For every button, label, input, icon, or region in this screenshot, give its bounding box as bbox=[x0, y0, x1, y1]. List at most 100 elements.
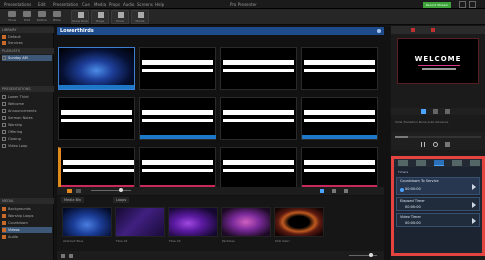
lower-third-bar bbox=[223, 60, 294, 65]
slide-thumbnail[interactable] bbox=[139, 147, 216, 190]
layers-tab-icon[interactable] bbox=[433, 109, 438, 114]
stage-button[interactable]: Stage bbox=[91, 10, 109, 24]
show-directory-button[interactable]: Show Directory bbox=[71, 10, 89, 24]
zoom-slider-handle[interactable] bbox=[119, 188, 123, 192]
props-tab-icon[interactable] bbox=[398, 160, 408, 166]
menu-audio[interactable]: Audio bbox=[123, 2, 134, 7]
presentation-item[interactable]: Worship bbox=[2, 122, 52, 128]
menu-edit[interactable]: Edit bbox=[38, 2, 46, 7]
play-icon bbox=[78, 12, 84, 18]
presentation-item[interactable]: Video Loop bbox=[2, 143, 52, 149]
presentation-item[interactable]: Welcome bbox=[2, 101, 52, 107]
lower-third-bar bbox=[142, 60, 213, 65]
slide-thumbnail[interactable] bbox=[220, 147, 297, 190]
timer-row[interactable]: Countdown To Service 00:00:00 bbox=[396, 177, 480, 195]
timer-button[interactable]: Timer bbox=[111, 10, 129, 24]
slide-thumbnail[interactable] bbox=[139, 97, 216, 140]
presentation-item[interactable]: Announcements bbox=[2, 108, 52, 114]
settings-icon[interactable] bbox=[377, 29, 381, 33]
slide-thumbnail[interactable] bbox=[301, 147, 378, 190]
playback-progress[interactable] bbox=[395, 136, 481, 138]
presentation-item[interactable]: Closing bbox=[2, 136, 52, 142]
text-icon[interactable] bbox=[320, 189, 324, 193]
document-icon bbox=[2, 109, 6, 113]
bin-zoom-handle[interactable] bbox=[369, 253, 373, 257]
lower-third-bar bbox=[223, 160, 294, 165]
media-thumbnail[interactable]: Flow 02 bbox=[168, 207, 218, 243]
live-dot-icon bbox=[411, 28, 415, 32]
loop-icon[interactable] bbox=[433, 142, 438, 147]
menu-presentation[interactable]: Presentation bbox=[53, 2, 78, 7]
library-item[interactable]: Services bbox=[2, 40, 52, 46]
record-stream-button[interactable]: Record Stream bbox=[423, 2, 451, 8]
presentation-item[interactable]: Lower Third bbox=[2, 94, 52, 100]
document-icon bbox=[2, 144, 6, 148]
window-title: Pro Presenter bbox=[230, 2, 257, 7]
grid-icon[interactable] bbox=[332, 189, 336, 193]
media-thumbnail[interactable]: Flow 01 bbox=[115, 207, 165, 243]
bible-button[interactable]: Bible bbox=[50, 10, 64, 24]
list-icon[interactable] bbox=[344, 189, 348, 193]
slide-label-bar bbox=[59, 85, 134, 89]
timers-tab-icon[interactable] bbox=[434, 160, 444, 166]
menu-props[interactable]: Props bbox=[109, 2, 120, 7]
play-icon[interactable] bbox=[472, 202, 476, 208]
slide-thumbnail[interactable] bbox=[58, 97, 135, 140]
remove-icon[interactable] bbox=[69, 254, 73, 258]
slide-thumbnail[interactable] bbox=[301, 97, 378, 140]
transition-status: Slide Transition None Auto Advance bbox=[395, 120, 449, 124]
media-folder-item[interactable]: Videos bbox=[2, 227, 52, 233]
pause-icon[interactable] bbox=[421, 142, 425, 147]
media-icon bbox=[138, 12, 144, 18]
presentation-item[interactable]: Offering bbox=[2, 129, 52, 135]
output-preview: WELCOME bbox=[397, 38, 479, 84]
slide-tab-icon[interactable] bbox=[421, 109, 426, 114]
timers-section-label: Timers bbox=[398, 170, 409, 174]
slide-thumbnail[interactable] bbox=[58, 47, 135, 90]
media-folder-item[interactable]: Worship Loops bbox=[2, 213, 52, 219]
playlist-item[interactable]: Sunday AM bbox=[2, 55, 52, 61]
slide-thumbnail[interactable] bbox=[301, 47, 378, 90]
clock-tab-icon[interactable] bbox=[470, 160, 480, 166]
tab-loops[interactable]: Loops bbox=[113, 197, 130, 203]
folder-icon bbox=[2, 214, 6, 218]
list-view-icon[interactable] bbox=[76, 189, 81, 193]
menu-help[interactable]: Help bbox=[155, 2, 164, 7]
media-folder-item[interactable]: Countdown bbox=[2, 220, 52, 226]
menu-screens[interactable]: Screens bbox=[137, 2, 153, 7]
slide-thumbnail[interactable] bbox=[220, 47, 297, 90]
slide-thumbnail[interactable] bbox=[220, 97, 297, 140]
media-folder-item[interactable]: Audio bbox=[2, 234, 52, 240]
zoom-slider[interactable] bbox=[91, 190, 131, 191]
playlist-icon bbox=[2, 56, 6, 60]
presentation-item[interactable]: Sermon Notes bbox=[2, 115, 52, 121]
minimize-icon[interactable] bbox=[459, 1, 466, 8]
timer-row[interactable]: Elapsed Timer 00:00:00 bbox=[396, 197, 480, 211]
menu-cue[interactable]: Cue bbox=[82, 2, 90, 7]
media-thumbnail[interactable]: Pink Swirl bbox=[274, 207, 324, 243]
add-icon[interactable] bbox=[61, 254, 65, 258]
preview-header bbox=[391, 26, 485, 34]
close-icon[interactable] bbox=[469, 1, 476, 8]
record-dot-icon bbox=[431, 28, 435, 32]
audio-tab-icon[interactable] bbox=[445, 109, 450, 114]
slide-thumbnail[interactable] bbox=[139, 47, 216, 90]
timer-row[interactable]: Video Timer 00:00:00 bbox=[396, 213, 480, 227]
lower-third-line bbox=[63, 169, 134, 172]
menu-presentations[interactable]: Presentations bbox=[4, 2, 31, 7]
stage-tab-icon[interactable] bbox=[452, 160, 462, 166]
play-icon[interactable] bbox=[472, 184, 476, 190]
toolbar: Show Edit Reflow Bible Show Directory St… bbox=[0, 9, 485, 25]
messages-tab-icon[interactable] bbox=[416, 160, 426, 166]
tab-media-bin[interactable]: Media Bin bbox=[61, 197, 85, 203]
media-folder-item[interactable]: Backgrounds bbox=[2, 206, 52, 212]
menubar: Presentations Edit Presentation Cue Medi… bbox=[0, 0, 485, 9]
stop-icon[interactable] bbox=[445, 142, 450, 147]
media-thumbnail[interactable]: Particles bbox=[221, 207, 271, 243]
grid-view-icon[interactable] bbox=[67, 189, 72, 193]
play-icon[interactable] bbox=[472, 218, 476, 224]
slide-thumbnail[interactable] bbox=[58, 147, 135, 190]
media-thumbnail[interactable]: Abstract Blue bbox=[62, 207, 112, 243]
menu-media[interactable]: Media bbox=[94, 2, 106, 7]
media-button[interactable]: Media bbox=[131, 10, 149, 24]
